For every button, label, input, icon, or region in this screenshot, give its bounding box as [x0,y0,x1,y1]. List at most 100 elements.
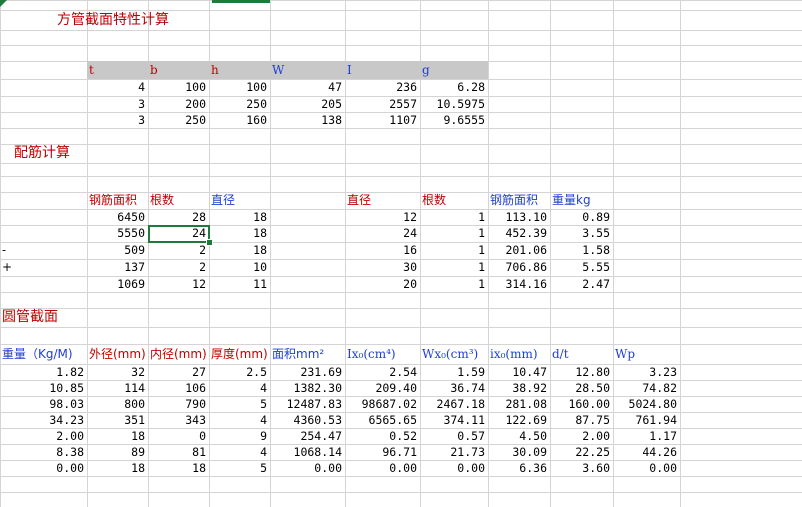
round-header-cell[interactable]: 面积mm² [270,344,345,364]
rebar-right-header[interactable]: 直径 [345,192,420,209]
round-data-cell[interactable]: 8.38 [0,444,87,460]
square-data-cell[interactable]: 47 [270,79,345,96]
round-header-cell[interactable]: Ix₀(cm⁴) [345,344,420,364]
round-data-cell[interactable]: 0.00 [270,460,345,476]
rebar-right-cell[interactable]: 706.86 [488,259,550,276]
square-data-cell[interactable]: 2557 [345,96,420,112]
round-header-cell[interactable]: Wp [613,344,680,364]
round-data-cell[interactable]: 4 [209,444,270,460]
round-data-cell[interactable]: 3.60 [550,460,613,476]
rebar-left-cell[interactable]: 11 [209,276,270,292]
square-data-cell[interactable]: 250 [148,112,209,128]
round-data-cell[interactable]: 254.47 [270,428,345,444]
rebar-left-cell[interactable]: 18 [209,209,270,225]
round-data-cell[interactable]: 374.11 [420,412,488,428]
square-data-cell[interactable]: 6.28 [420,79,488,96]
rebar-right-cell[interactable]: 20 [345,276,420,292]
round-data-cell[interactable]: 2.54 [345,364,420,380]
rebar-right-cell[interactable]: 1 [420,242,488,259]
rebar-right-header[interactable]: 重量kg [550,192,613,209]
round-data-cell[interactable]: 30.09 [488,444,550,460]
round-data-cell[interactable]: 2.5 [209,364,270,380]
round-data-cell[interactable]: 0.00 [420,460,488,476]
rebar-left-cell[interactable]: 6450 [87,209,148,225]
round-header-cell[interactable]: ix₀(mm) [488,344,550,364]
round-data-cell[interactable]: 18 [87,460,148,476]
rebar-right-cell[interactable]: 1 [420,276,488,292]
round-data-cell[interactable]: 32 [87,364,148,380]
square-header-cell[interactable]: t [87,61,148,79]
rebar-right-cell[interactable]: 0.89 [550,209,613,225]
rebar-left-header[interactable]: 钢筋面积 [87,192,148,209]
round-data-cell[interactable]: 21.73 [420,444,488,460]
round-data-cell[interactable]: 800 [87,396,148,412]
round-data-cell[interactable]: 28.50 [550,380,613,396]
round-header-cell[interactable]: 厚度(mm) [209,344,270,364]
round-data-cell[interactable]: 87.75 [550,412,613,428]
square-header-cell[interactable]: h [209,61,270,79]
round-data-cell[interactable]: 81 [148,444,209,460]
round-data-cell[interactable]: 36.74 [420,380,488,396]
title-square-tube[interactable]: 方管截面特性计算 [0,10,209,30]
round-data-cell[interactable]: 1068.14 [270,444,345,460]
rebar-right-cell[interactable]: 201.06 [488,242,550,259]
round-data-cell[interactable]: 0.00 [613,460,680,476]
round-data-cell[interactable]: 12487.83 [270,396,345,412]
rebar-right-cell[interactable]: 1.58 [550,242,613,259]
square-data-cell[interactable]: 4 [87,79,148,96]
title-rebar[interactable]: 配筋计算 [0,144,148,163]
round-data-cell[interactable]: 1382.30 [270,380,345,396]
active-cell-selection[interactable] [148,225,210,243]
rebar-left-cell[interactable]: 509 [87,242,148,259]
round-data-cell[interactable]: 114 [87,380,148,396]
rebar-right-cell[interactable]: 24 [345,225,420,242]
rebar-left-cell[interactable]: 18 [209,225,270,242]
round-data-cell[interactable]: 0.00 [345,460,420,476]
round-data-cell[interactable]: 0.00 [0,460,87,476]
square-data-cell[interactable]: 205 [270,96,345,112]
round-data-cell[interactable]: 74.82 [613,380,680,396]
round-data-cell[interactable]: 5024.80 [613,396,680,412]
rebar-right-header[interactable]: 根数 [420,192,488,209]
rebar-right-cell[interactable]: 113.10 [488,209,550,225]
round-data-cell[interactable]: 5 [209,396,270,412]
round-data-cell[interactable]: 2.00 [550,428,613,444]
rebar-left-cell[interactable]: 12 [148,276,209,292]
square-data-cell[interactable]: 236 [345,79,420,96]
rebar-left-cell[interactable]: 137 [87,259,148,276]
round-header-cell[interactable]: 外径(mm) [87,344,148,364]
round-data-cell[interactable]: 38.92 [488,380,550,396]
round-data-cell[interactable]: 122.69 [488,412,550,428]
round-data-cell[interactable]: 34.23 [0,412,87,428]
rebar-right-cell[interactable]: 2.47 [550,276,613,292]
round-data-cell[interactable]: 0.52 [345,428,420,444]
rebar-left-cell[interactable]: 5550 [87,225,148,242]
round-data-cell[interactable]: 98.03 [0,396,87,412]
round-data-cell[interactable]: 18 [87,428,148,444]
rebar-left-cell[interactable]: 18 [209,242,270,259]
rebar-left-cell[interactable]: 2 [148,259,209,276]
round-data-cell[interactable]: 209.40 [345,380,420,396]
square-header-cell[interactable]: b [148,61,209,79]
round-data-cell[interactable]: 4 [209,380,270,396]
round-data-cell[interactable]: 12.80 [550,364,613,380]
round-data-cell[interactable]: 0 [148,428,209,444]
square-header-cell[interactable]: W [270,61,345,79]
round-data-cell[interactable]: 89 [87,444,148,460]
rebar-right-cell[interactable]: 1 [420,209,488,225]
title-round-tube[interactable]: 圆管截面 [0,308,148,327]
round-data-cell[interactable]: 106 [148,380,209,396]
round-data-cell[interactable]: 10.47 [488,364,550,380]
rebar-right-cell[interactable]: 1 [420,225,488,242]
round-data-cell[interactable]: 6565.65 [345,412,420,428]
round-data-cell[interactable]: 27 [148,364,209,380]
square-header-cell[interactable]: g [420,61,488,79]
round-data-cell[interactable]: 231.69 [270,364,345,380]
round-data-cell[interactable]: 281.08 [488,396,550,412]
rebar-row-marker[interactable]: + [0,259,87,276]
rebar-right-cell[interactable]: 3.55 [550,225,613,242]
round-data-cell[interactable]: 3.23 [613,364,680,380]
rebar-right-cell[interactable]: 5.55 [550,259,613,276]
round-data-cell[interactable]: 790 [148,396,209,412]
round-data-cell[interactable]: 6.36 [488,460,550,476]
